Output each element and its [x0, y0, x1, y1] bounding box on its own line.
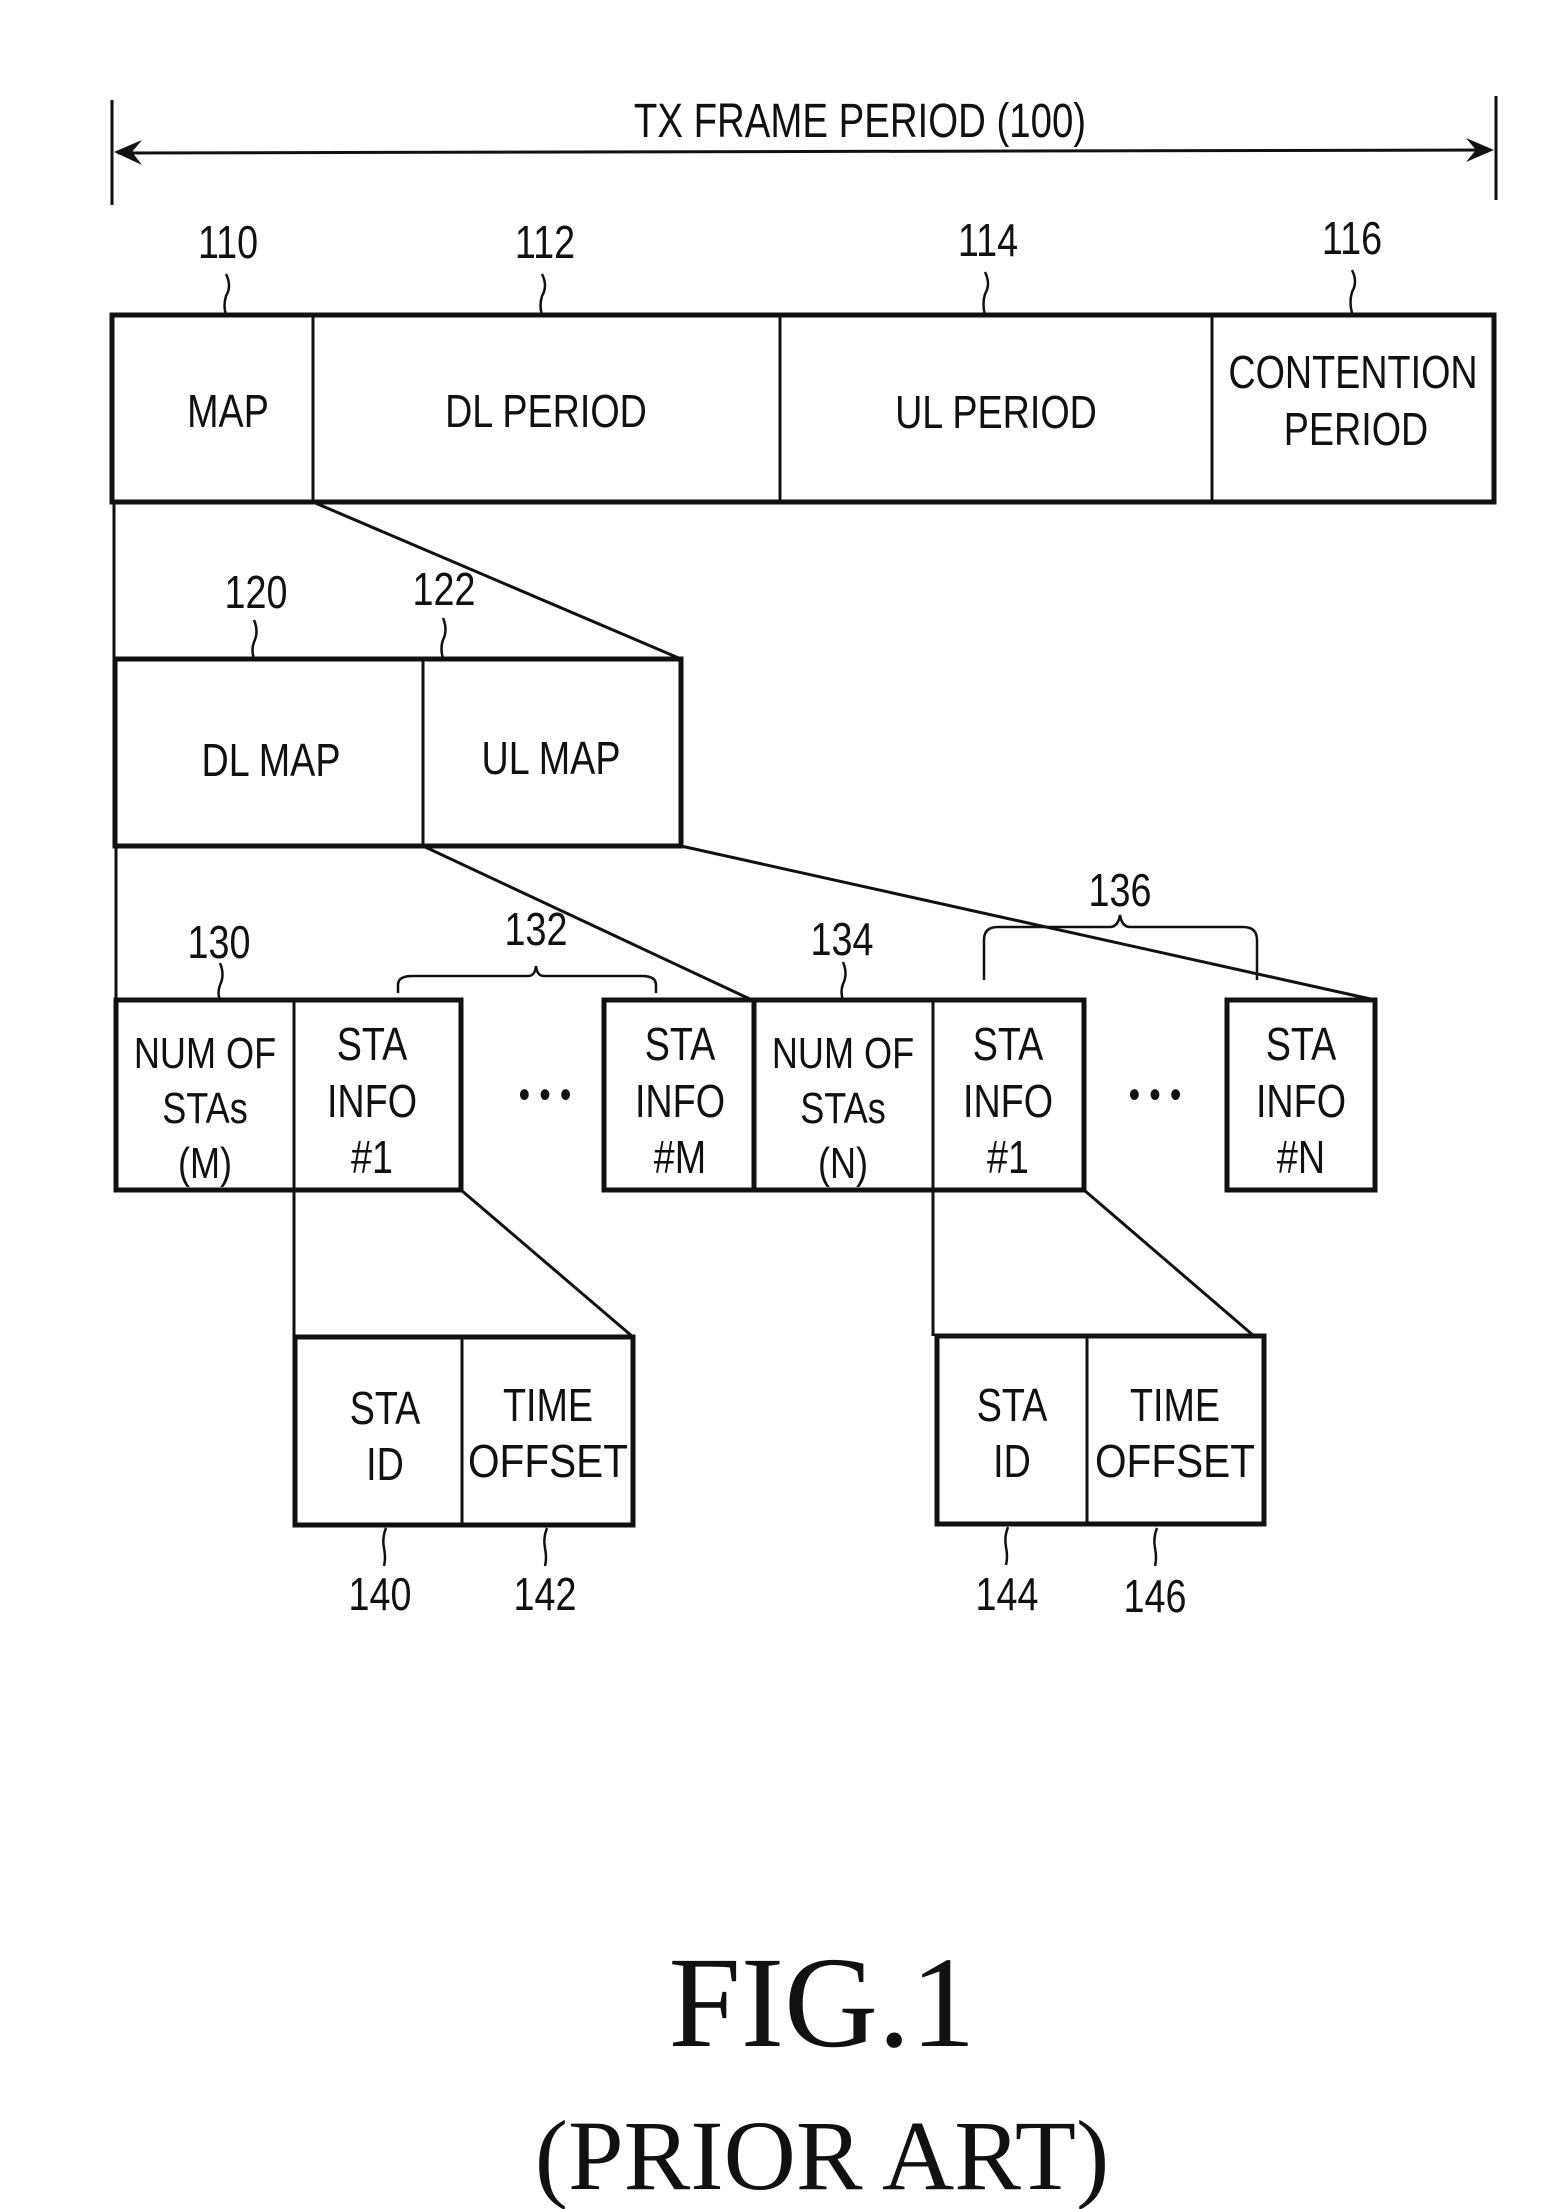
field-label-line-1: NUM OF: [134, 1029, 276, 1078]
field-label: DL PERIOD: [445, 385, 647, 436]
field-label-line-2: INFO: [327, 1075, 417, 1126]
field-label-line-1: STA: [1266, 1018, 1337, 1069]
group-brace-132: 132: [396, 903, 658, 993]
dl-sta-info-box: [292, 1334, 636, 1528]
field-label-line-1: TIME: [503, 1379, 593, 1430]
leader-line: [440, 617, 447, 660]
ref-number: 134: [811, 913, 874, 964]
map-structure: DL MAP 120 UL MAP 122: [112, 563, 684, 849]
dl-sta-info-expansion-right: [460, 1188, 634, 1339]
frame-period-arrow-line: [117, 148, 1491, 155]
field-label-line-1: STA: [350, 1382, 421, 1433]
ref-number: 146: [1124, 1570, 1187, 1621]
field-label-line-1: STA: [977, 1379, 1048, 1430]
field-label-line-1: STA: [973, 1018, 1044, 1069]
ref-number: 112: [515, 216, 575, 267]
field-label-line-2: OFFSET: [468, 1435, 628, 1487]
leader-line: [382, 1527, 388, 1567]
leader-line: [251, 619, 258, 660]
ref-number: 130: [188, 916, 251, 967]
field-label-line-3: (N): [818, 1139, 868, 1188]
ref-number: 116: [1322, 212, 1382, 263]
field-label-line-3: #1: [987, 1131, 1029, 1182]
field-label-line-1: CONTENTION: [1228, 346, 1477, 397]
field-label: UL PERIOD: [895, 386, 1097, 437]
ul-map-expansion-right: [680, 844, 1376, 1002]
brace-icon: [982, 914, 1259, 980]
ellipsis: • • •: [519, 1072, 572, 1117]
leader-line: [543, 1527, 549, 1567]
field-label: DL MAP: [202, 734, 341, 785]
ul-sta-info-structure: STA ID 144 TIME OFFSET 146: [934, 1333, 1267, 1622]
ul-map-structure: NUM OF STAs (N) 134 STA INFO #1 • • • ST…: [751, 864, 1378, 1193]
frame-structure-diagram: TX FRAME PERIOD (100) MAP 110 DL PERIOD …: [109, 95, 1498, 2209]
tx-frame: MAP 110 DL PERIOD 112 UL PERIOD 114 CONT…: [109, 212, 1497, 505]
field-label-line-1: TIME: [1130, 1379, 1220, 1430]
ellipsis: • • •: [1129, 1072, 1182, 1117]
field-label: UL MAP: [482, 732, 621, 783]
leader-line: [1004, 1526, 1010, 1566]
frame-period-label: TX FRAME PERIOD (100): [634, 95, 1086, 148]
ref-number: 140: [349, 1568, 412, 1619]
brace-icon: [396, 965, 658, 993]
field-label-line-2: OFFSET: [1095, 1435, 1255, 1487]
field-label-line-2: INFO: [1256, 1075, 1346, 1126]
leader-line: [840, 961, 847, 1001]
field-label-line-3: #M: [654, 1131, 706, 1182]
field-label-line-3: #1: [351, 1131, 393, 1182]
field-label-line-1: STA: [337, 1018, 408, 1069]
ref-number: 122: [413, 563, 476, 614]
leader-line: [1153, 1527, 1159, 1567]
leader-line: [539, 273, 547, 316]
dl-sta-info-structure: STA ID 140 TIME OFFSET 142: [292, 1334, 636, 1620]
figure-subtitle: (PRIOR ART): [535, 2100, 1110, 2209]
field-label-line-3: (M): [178, 1139, 232, 1188]
field-label-line-3: #N: [1277, 1131, 1325, 1182]
field-label-line-2: INFO: [635, 1075, 725, 1126]
expansion-line-right: [312, 500, 682, 661]
field-label-line-2: INFO: [963, 1075, 1053, 1126]
ref-number: 144: [976, 1568, 1039, 1619]
ref-number: 132: [505, 903, 568, 954]
field-label-line-2: ID: [993, 1435, 1031, 1486]
leader-line: [1349, 269, 1357, 314]
field-label-line-2: STAs: [162, 1084, 247, 1133]
field-label-line-1: NUM OF: [772, 1029, 914, 1078]
field-label-line-2: PERIOD: [1284, 403, 1429, 454]
field-label: MAP: [187, 385, 269, 436]
field-label-line-1: STA: [645, 1018, 716, 1069]
ref-number: 142: [514, 1568, 577, 1619]
ref-number: 136: [1089, 864, 1152, 915]
leader-line: [982, 271, 990, 316]
leader-line: [223, 273, 231, 316]
figure-title: FIG.1: [669, 1931, 976, 2075]
ref-number: 110: [198, 216, 258, 267]
field-label-line-2: ID: [366, 1438, 404, 1489]
dl-map-structure: NUM OF STAs (M) 130 STA INFO #1 • • • ST…: [113, 903, 757, 1193]
ref-number: 114: [958, 214, 1018, 265]
ul-sta-info-expansion-right: [1083, 1188, 1255, 1338]
leader-line: [217, 962, 224, 1001]
field-label-line-2: STAs: [800, 1084, 885, 1133]
frame-period-dimension: TX FRAME PERIOD (100): [110, 95, 1498, 205]
ref-number: 120: [225, 566, 288, 617]
